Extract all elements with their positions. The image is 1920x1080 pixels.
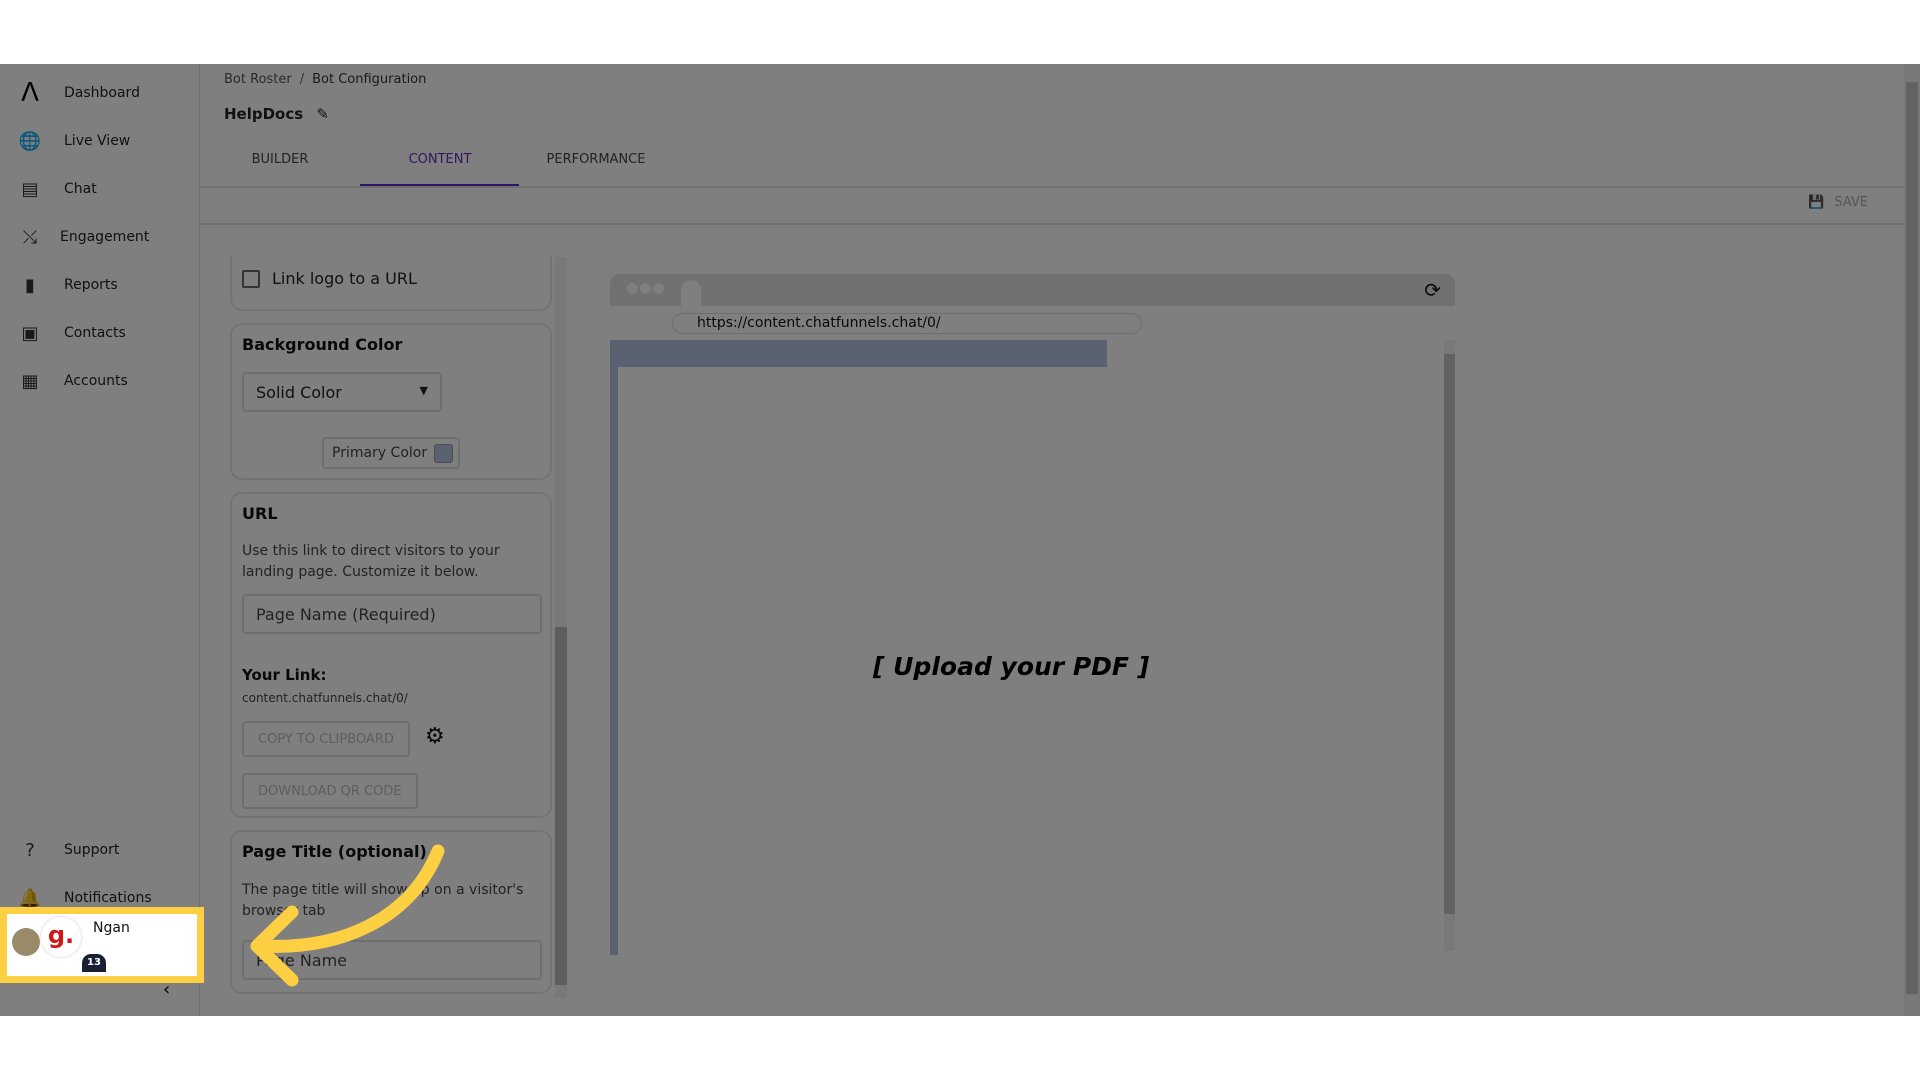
user-name: Ngan [93, 920, 130, 936]
dim-overlay [0, 64, 1920, 1016]
user-profile-highlight[interactable]: g. Ngan 13 [0, 907, 204, 983]
org-logo: g. [41, 917, 81, 957]
notification-count-badge: 13 [82, 954, 106, 972]
avatar[interactable] [12, 928, 40, 956]
